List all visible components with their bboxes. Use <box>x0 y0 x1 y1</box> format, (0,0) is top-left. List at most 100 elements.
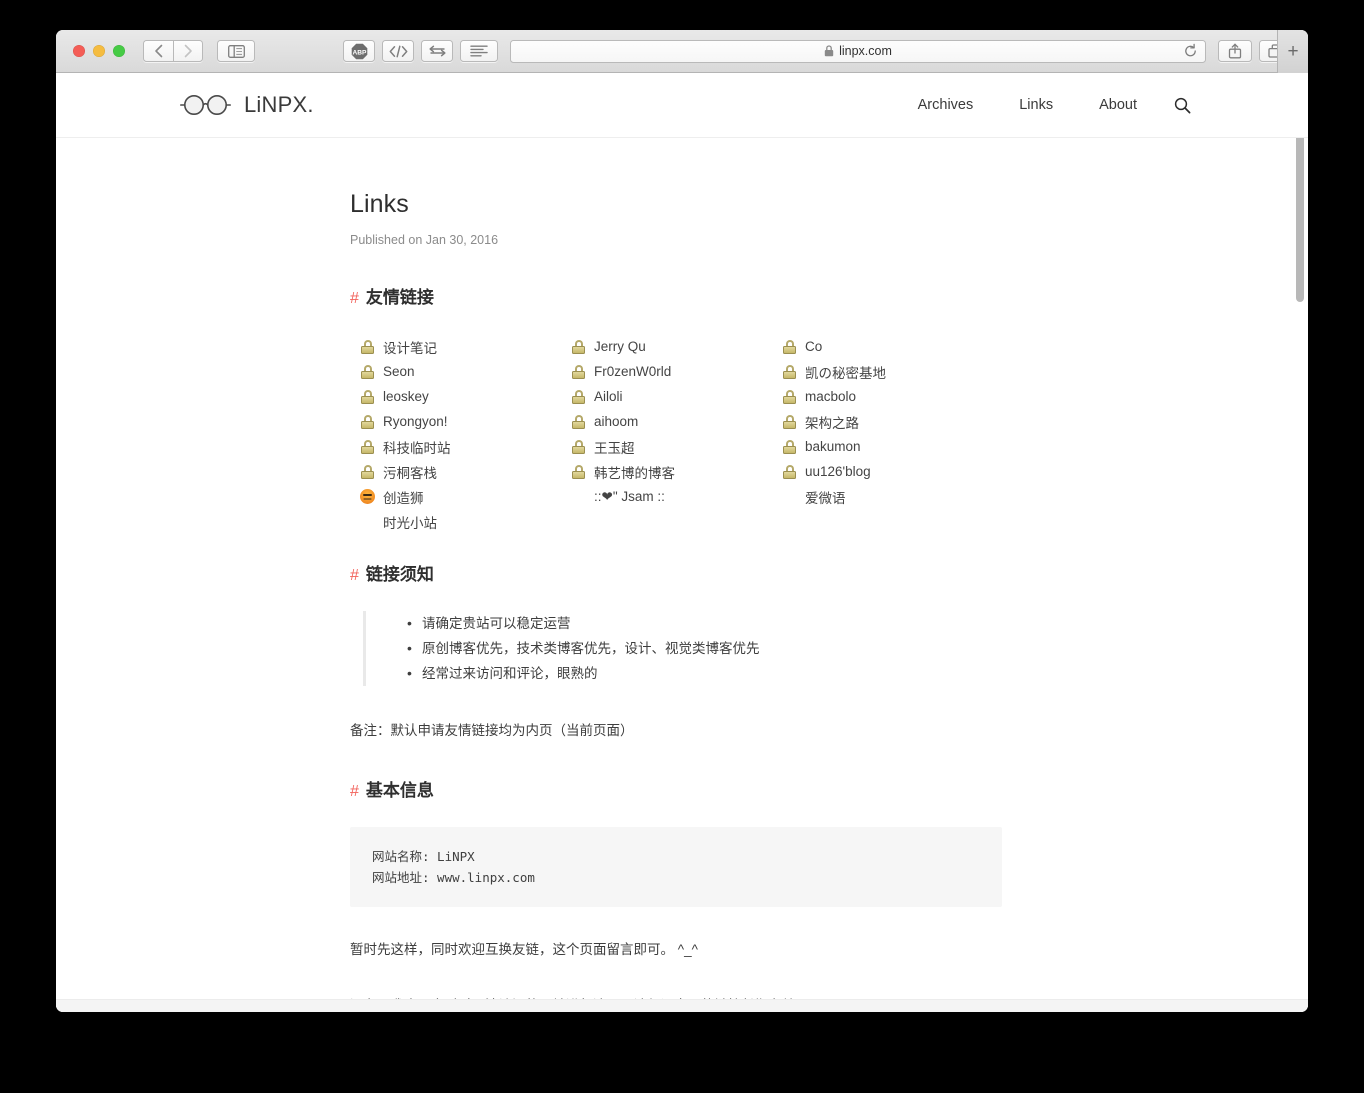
friend-link-label[interactable]: 爱微语 <box>805 487 846 507</box>
section-heading-text: 基本信息 <box>365 781 434 800</box>
friend-link-label[interactable]: 科技临时站 <box>383 437 451 457</box>
heading-hash-icon: # <box>350 567 359 584</box>
maximize-window-button[interactable] <box>113 45 125 57</box>
minimize-window-button[interactable] <box>93 45 105 57</box>
lock-favicon-icon <box>782 339 797 354</box>
list-item[interactable]: 创造狮 <box>360 484 571 509</box>
list-item[interactable]: 王玉超 <box>571 434 782 459</box>
friend-link-label[interactable]: 王玉超 <box>594 437 635 457</box>
friend-link-label[interactable]: uu126'blog <box>805 464 871 479</box>
article: Links Published on Jan 30, 2016 # 友情链接 设… <box>350 138 1002 1012</box>
swap-button[interactable] <box>421 40 453 62</box>
friend-link-label[interactable]: 污桐客栈 <box>383 462 437 482</box>
friend-link-label[interactable]: 凯の秘密基地 <box>805 362 886 382</box>
lock-favicon-icon <box>782 414 797 429</box>
friend-link-label[interactable]: ::❤" Jsam :: <box>594 489 665 505</box>
list-item[interactable]: 设计笔记 <box>360 334 571 359</box>
friend-link-label[interactable]: 设计笔记 <box>383 337 437 357</box>
list-item[interactable]: Fr0zenW0rld <box>571 359 782 384</box>
friend-link-label[interactable]: 创造狮 <box>383 487 424 507</box>
list-item[interactable]: 时光小站 <box>360 509 571 534</box>
section-heading-basic-info: # 基本信息 <box>350 776 1002 801</box>
new-tab-label: + <box>1287 40 1299 62</box>
code-brackets-icon <box>389 45 407 57</box>
address-bar[interactable]: linpx.com <box>510 39 1206 63</box>
list-item[interactable]: 污桐客栈 <box>360 459 571 484</box>
list-item[interactable]: Ryongyon! <box>360 409 571 434</box>
rules-list: 请确定贵站可以稳定运营原创博客优先，技术类博客优先，设计、视觉类博客优先经常过来… <box>366 611 1002 686</box>
nav-item-archives[interactable]: Archives <box>895 97 997 113</box>
section-heading-friend-links: # 友情链接 <box>350 283 1002 308</box>
page-title: Links <box>350 190 409 218</box>
show-sidebar-button[interactable] <box>217 40 255 62</box>
note-paragraph: 备注：默认申请友情链接均为内页（当前页面） <box>350 723 634 738</box>
friend-link-label[interactable]: Ailoli <box>594 389 623 404</box>
list-item[interactable]: 科技临时站 <box>360 434 571 459</box>
reader-lines-icon <box>470 45 488 57</box>
sidebar-icon <box>227 44 245 58</box>
nav-item-about[interactable]: About <box>1076 97 1160 113</box>
browser-toolbar: ABP linpx.com + <box>56 30 1308 73</box>
lock-icon <box>824 45 834 57</box>
list-item[interactable]: ::❤" Jsam :: <box>571 484 782 509</box>
lock-favicon-icon <box>782 364 797 379</box>
list-item[interactable]: 架构之路 <box>782 409 993 434</box>
friend-link-label[interactable]: Fr0zenW0rld <box>594 364 671 379</box>
lock-favicon-icon <box>571 464 586 479</box>
swap-arrows-icon <box>428 45 446 57</box>
reader-view-button[interactable] <box>460 40 498 62</box>
friend-link-label[interactable]: Co <box>805 339 822 354</box>
friend-link-label[interactable]: 时光小站 <box>383 512 437 532</box>
site-navigation: Archives Links About <box>895 97 1191 114</box>
rule-list-item: 经常过来访问和评论，眼熟的 <box>407 661 1002 686</box>
heading-hash-icon: # <box>350 290 359 307</box>
window-traffic-lights <box>73 45 125 57</box>
new-tab-button[interactable]: + <box>1277 30 1308 73</box>
developer-code-button[interactable] <box>382 40 414 62</box>
list-item[interactable]: macbolo <box>782 384 993 409</box>
list-item[interactable]: Jerry Qu <box>571 334 782 359</box>
window-bottom-strip <box>56 999 1308 1012</box>
list-item[interactable]: Ailoli <box>571 384 782 409</box>
adblock-plus-button[interactable]: ABP <box>343 40 375 62</box>
desktop-background: ABP linpx.com + LiNPX. Archives Links Ab… <box>0 0 1364 1093</box>
friend-link-label[interactable]: bakumon <box>805 439 861 454</box>
friend-links-grid: 设计笔记 Jerry Qu Co Seon Fr0zenW0rld 凯の秘密基地 leosk… <box>360 334 1002 534</box>
lock-favicon-icon <box>571 389 586 404</box>
list-item[interactable]: bakumon <box>782 434 993 459</box>
list-item[interactable]: Co <box>782 334 993 359</box>
share-button[interactable] <box>1218 40 1252 62</box>
glasses-logo-icon <box>180 95 232 115</box>
rule-list-item: 原创博客优先，技术类博客优先，设计、视觉类博客优先 <box>407 636 1002 661</box>
list-item[interactable]: leoskey <box>360 384 571 409</box>
nav-item-links[interactable]: Links <box>996 97 1076 113</box>
site-brand[interactable]: LiNPX. <box>180 92 314 118</box>
lock-favicon-icon <box>571 339 586 354</box>
list-item[interactable]: aihoom <box>571 409 782 434</box>
back-button[interactable] <box>143 40 173 62</box>
url-display: linpx.com <box>824 44 892 58</box>
friend-link-label[interactable]: aihoom <box>594 414 638 429</box>
friend-link-label[interactable]: Ryongyon! <box>383 414 448 429</box>
list-item[interactable]: 凯の秘密基地 <box>782 359 993 384</box>
reload-button[interactable] <box>1183 43 1198 59</box>
lock-favicon-icon <box>571 364 586 379</box>
friend-link-label[interactable]: Jerry Qu <box>594 339 646 354</box>
lock-favicon-icon <box>782 464 797 479</box>
close-window-button[interactable] <box>73 45 85 57</box>
list-item[interactable]: 韩艺博的博客 <box>571 459 782 484</box>
list-item[interactable]: Seon <box>360 359 571 384</box>
lion-favicon-icon <box>360 489 375 504</box>
friend-link-label[interactable]: macbolo <box>805 389 856 404</box>
lock-favicon-icon <box>571 439 586 454</box>
search-icon[interactable] <box>1174 97 1191 114</box>
list-item[interactable]: uu126'blog <box>782 459 993 484</box>
lock-favicon-icon <box>360 389 375 404</box>
friend-link-label[interactable]: 架构之路 <box>805 412 859 432</box>
list-item[interactable]: 爱微语 <box>782 484 993 509</box>
friend-link-label[interactable]: Seon <box>383 364 415 379</box>
friend-link-label[interactable]: leoskey <box>383 389 429 404</box>
forward-button[interactable] <box>173 40 203 62</box>
friend-link-label[interactable]: 韩艺博的博客 <box>594 462 675 482</box>
